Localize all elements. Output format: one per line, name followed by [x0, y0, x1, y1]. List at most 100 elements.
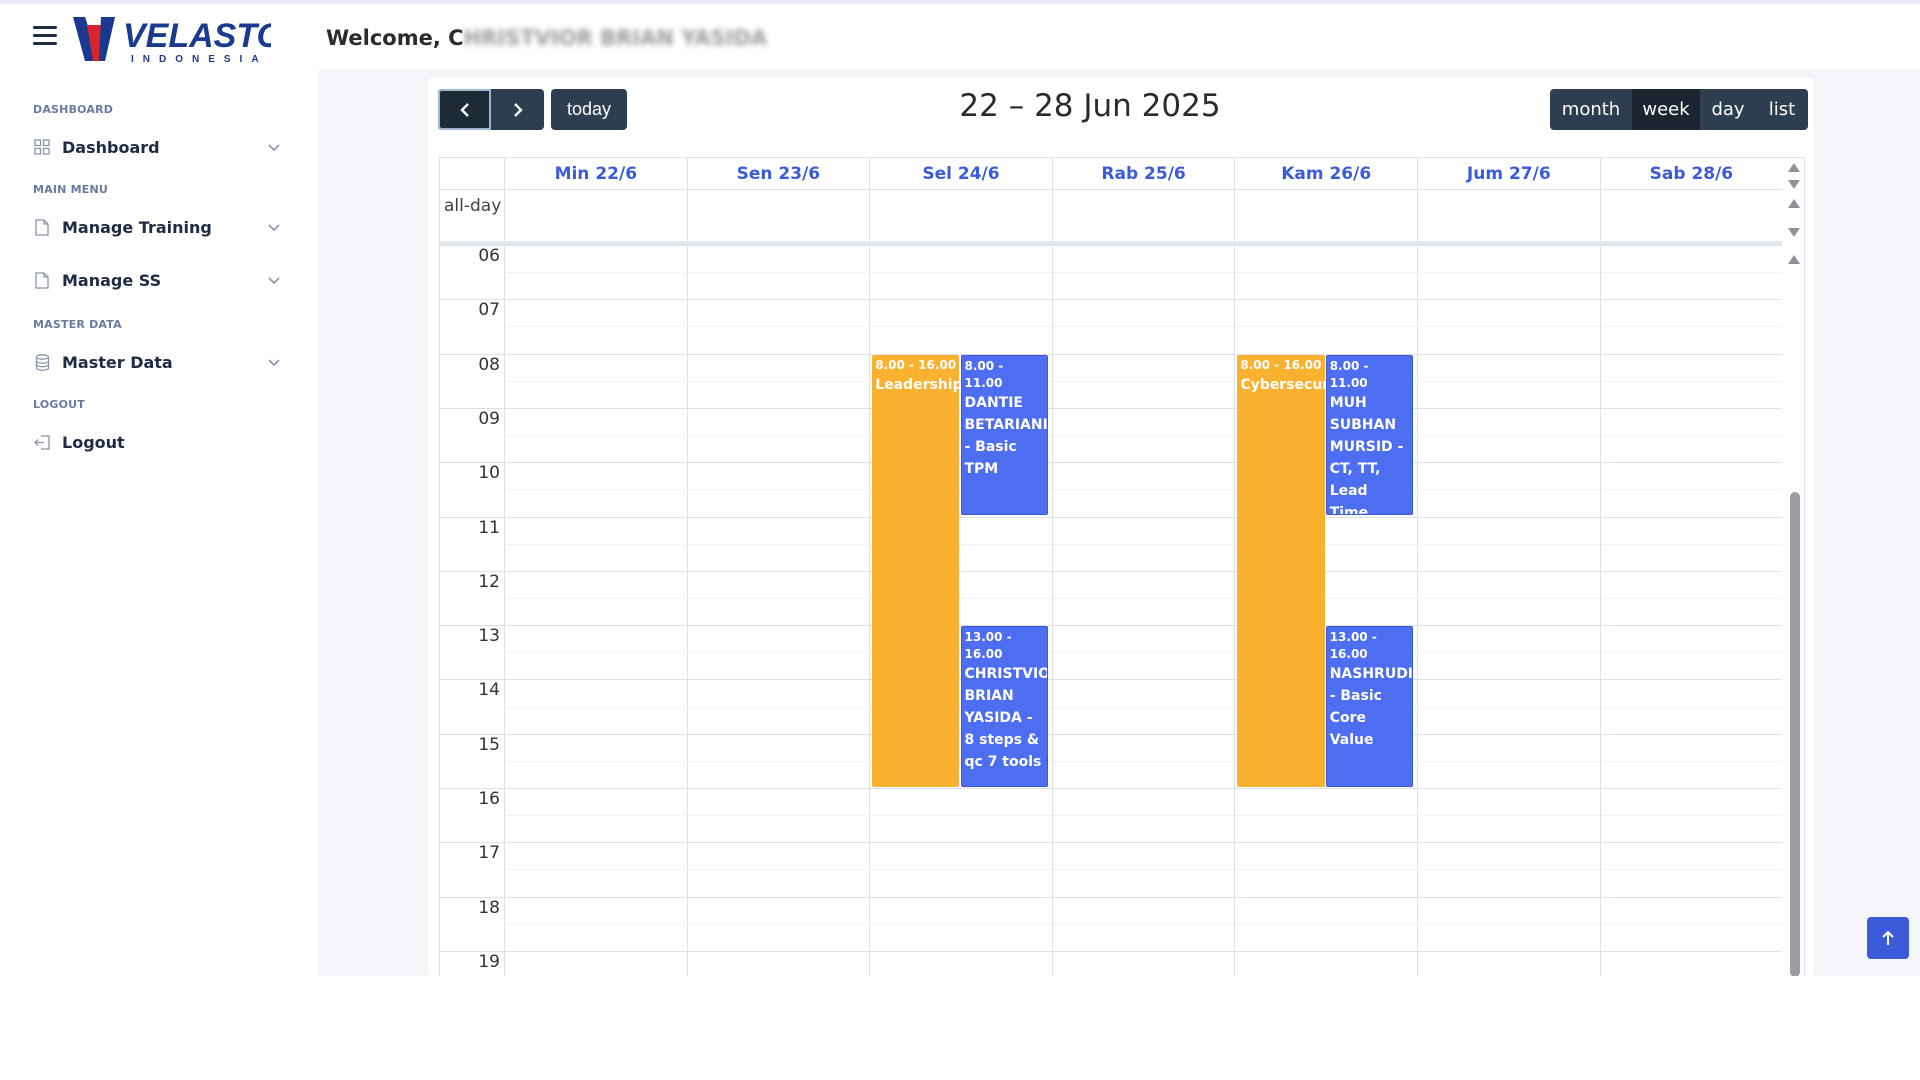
- scrollbar-thumb[interactable]: [1790, 492, 1800, 976]
- event-time: 13.00 - 16.00: [1329, 630, 1377, 662]
- scroll-down-icon[interactable]: [1788, 228, 1800, 237]
- sidebar-item-logout[interactable]: Logout: [33, 427, 283, 457]
- prev-week-button[interactable]: [438, 89, 491, 130]
- chevron-down-icon[interactable]: [265, 218, 283, 236]
- sidebar: DASHBOARD Dashboard MAIN MENU Manage Tra…: [0, 70, 318, 976]
- chevron-down-icon[interactable]: [265, 138, 283, 156]
- hour-label: 13: [478, 626, 500, 647]
- event-title: NASHRUDIN - Basic Core Value: [1329, 666, 1413, 749]
- calendar-event[interactable]: 13.00 - 16.00 CHRISTVIOR BRIAN YASIDA - 8…: [960, 626, 1048, 787]
- next-week-button[interactable]: [491, 89, 544, 130]
- day-header[interactable]: Min 22/6: [504, 158, 687, 190]
- hour-label: 06: [478, 246, 500, 266]
- half-hour-line: [504, 489, 1782, 491]
- hour-label: 16: [478, 789, 500, 809]
- scroll-up-icon[interactable]: [1788, 163, 1800, 172]
- sidebar-item-manage-training[interactable]: Manage Training: [33, 212, 283, 242]
- user-name: HRISTVIOR BRIAN YASIDA: [463, 26, 768, 50]
- all-day-cell[interactable]: [1599, 190, 1783, 241]
- all-day-cell[interactable]: [1417, 190, 1600, 241]
- chevron-left-icon: [459, 102, 469, 117]
- hour-label: 17: [478, 843, 500, 864]
- back-to-top-button[interactable]: [1867, 917, 1909, 959]
- hour-label: 15: [478, 734, 500, 755]
- welcome-text: Welcome, CHRISTVIOR BRIAN YASIDA: [326, 26, 768, 50]
- day-header[interactable]: Rab 25/6: [1051, 158, 1235, 190]
- day-header[interactable]: Kam 26/6: [1234, 158, 1417, 190]
- file-icon: [33, 218, 51, 236]
- section-title-dashboard: DASHBOARD: [33, 103, 114, 116]
- day-header[interactable]: Sab 28/6: [1599, 158, 1783, 190]
- hour-label: 09: [478, 408, 500, 429]
- event-title: DANTIE BETARIANI - Basic TPM: [964, 394, 1048, 477]
- day-header[interactable]: Sel 24/6: [869, 158, 1052, 190]
- hour-label: 19: [478, 951, 500, 972]
- event-time: 8.00 - 16.00: [1240, 357, 1322, 372]
- sidebar-item-label: Dashboard: [62, 137, 160, 157]
- database-icon: [33, 353, 51, 371]
- today-button[interactable]: today: [551, 89, 627, 130]
- top-bar: VELASTO INDONESIA Welcome, CHRISTVIOR BR…: [0, 0, 1920, 70]
- half-hour-line: [504, 760, 1782, 762]
- half-hour-line: [504, 597, 1782, 599]
- view-day-button[interactable]: day: [1700, 89, 1756, 130]
- grid-icon: [33, 138, 51, 156]
- calendar-event[interactable]: 8.00 - 16.00 Leadership: [872, 354, 960, 787]
- event-time: 8.00 - 11.00: [964, 358, 1004, 390]
- sidebar-item-label: Logout: [62, 432, 125, 452]
- hour-label: 18: [478, 897, 500, 918]
- hour-label: 11: [478, 517, 500, 538]
- all-day-cell[interactable]: [1051, 190, 1235, 241]
- hour-label: 07: [478, 300, 500, 321]
- half-hour-line: [504, 435, 1782, 437]
- half-hour-line: [504, 326, 1782, 328]
- half-hour-line: [504, 815, 1782, 817]
- chevron-down-icon[interactable]: [265, 353, 283, 371]
- day-header[interactable]: Jum 27/6: [1417, 158, 1600, 190]
- logo-text: VELASTO: [123, 17, 271, 55]
- view-switcher: month week day list: [1550, 89, 1808, 130]
- view-month-button[interactable]: month: [1550, 89, 1632, 130]
- calendar-event[interactable]: 8.00 - 11.00 DANTIE BETARIANI - Basic TPM: [960, 354, 1048, 516]
- event-time: 8.00 - 16.00: [875, 357, 957, 372]
- scroll-down-icon[interactable]: [1788, 180, 1800, 189]
- logout-icon: [33, 433, 51, 451]
- day-header[interactable]: Sen 23/6: [686, 158, 870, 190]
- half-hour-line: [504, 923, 1782, 925]
- sidebar-item-label: Master Data: [62, 352, 173, 372]
- sidebar-item-master-data[interactable]: Master Data: [33, 347, 283, 377]
- scroll-up-icon[interactable]: [1788, 199, 1800, 208]
- sidebar-item-label: Manage Training: [62, 217, 212, 237]
- time-grid: 06 07 08 09 10 11 12 13 14 15 16 17 18 19 8.00 - 16.00…: [440, 245, 1782, 976]
- velasto-logo[interactable]: VELASTO INDONESIA: [71, 13, 271, 65]
- chevron-right-icon: [513, 102, 523, 117]
- calendar-title: 22 – 28 Jun 2025: [959, 88, 1221, 124]
- event-title: MUH SUBHAN MURSID - CT, TT, Lead Time: [1329, 394, 1404, 516]
- chevron-down-icon[interactable]: [265, 271, 283, 289]
- hour-label: 12: [478, 571, 500, 592]
- section-title-logout: LOGOUT: [33, 398, 85, 411]
- all-day-cell[interactable]: [1234, 190, 1417, 241]
- event-time: 13.00 - 16.00: [964, 630, 1012, 662]
- calendar-event[interactable]: 13.00 - 16.00 NASHRUDIN - Basic Core Valu…: [1325, 626, 1413, 787]
- grid-scrollbar[interactable]: [1782, 158, 1804, 976]
- all-day-cell[interactable]: [686, 190, 870, 241]
- sidebar-item-dashboard[interactable]: Dashboard: [33, 132, 283, 162]
- half-hour-line: [504, 706, 1782, 708]
- scroll-up-icon[interactable]: [1788, 255, 1800, 264]
- half-hour-line: [504, 272, 1782, 274]
- hamburger-menu-icon[interactable]: [33, 26, 57, 46]
- hour-label: 14: [478, 680, 500, 701]
- arrow-up-icon: [1882, 930, 1894, 945]
- half-hour-line: [504, 869, 1782, 871]
- view-list-button[interactable]: list: [1756, 89, 1808, 130]
- file-icon: [33, 271, 51, 289]
- all-day-cell[interactable]: [504, 190, 687, 241]
- view-week-button[interactable]: week: [1632, 89, 1700, 130]
- all-day-cell[interactable]: [869, 190, 1052, 241]
- hour-row: 19: [440, 950, 1782, 976]
- hour-label: 10: [478, 463, 500, 484]
- sidebar-item-manage-ss[interactable]: Manage SS: [33, 265, 283, 295]
- calendar-event[interactable]: 8.00 - 16.00 Cybersecurity: [1237, 354, 1325, 787]
- calendar-event[interactable]: 8.00 - 11.00 MUH SUBHAN MURSID - CT, TT, …: [1325, 354, 1413, 516]
